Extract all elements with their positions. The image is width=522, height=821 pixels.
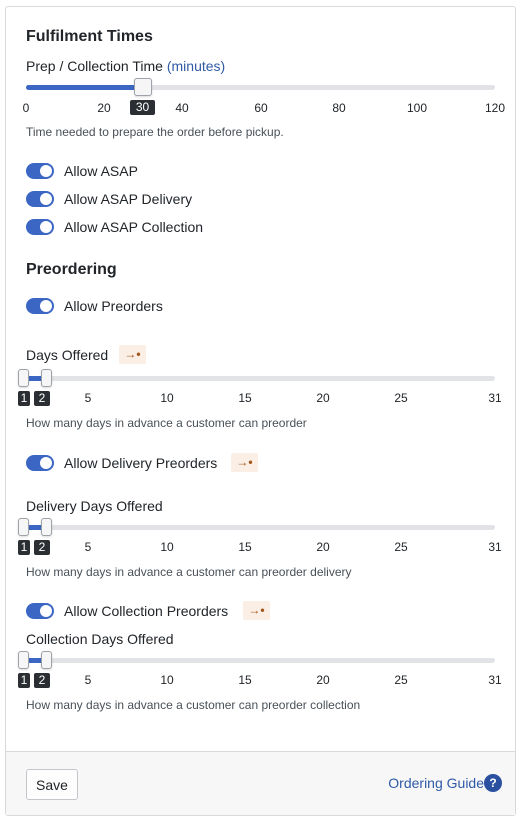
days-tick: 10 [160,391,174,405]
days-offered-label: Days Offered [26,347,109,363]
prep-tick: 0 [22,101,30,115]
days-offered-min-value: 1 [18,391,30,406]
delivery-days-tick: 31 [488,540,502,554]
settings-card: Fulfilment Times Prep / Collection Time … [5,6,516,816]
delivery-days-slider[interactable] [22,525,495,530]
prep-slider-fill [26,85,144,90]
allow-delivery-preorders-toggle[interactable] [26,455,54,471]
collection-days-help: How many days in advance a customer can … [26,698,361,712]
allow-preorders-toggle[interactable] [26,298,54,314]
delivery-days-tick: 25 [394,540,408,554]
prep-tick: 80 [332,101,346,115]
days-offered-max-handle[interactable] [41,369,52,387]
allow-asap-label: Allow ASAP [64,163,138,179]
collection-days-slider[interactable] [22,658,495,663]
delivery-days-tick: 15 [238,540,252,554]
collection-days-max-handle[interactable] [41,651,52,669]
collection-days-tick: 20 [316,673,330,687]
days-offered-slider[interactable] [22,376,495,381]
delivery-days-max-handle[interactable] [41,518,52,536]
allow-asap-collection-toggle[interactable] [26,219,54,235]
prep-tick: 100 [406,101,428,115]
delivery-days-min-value: 1 [18,540,30,555]
preordering-title: Preordering [26,261,117,278]
allow-asap-collection-label: Allow ASAP Collection [64,219,204,235]
days-tick: 5 [84,391,92,405]
arrow-in-icon: →• [243,601,270,620]
delivery-days-tick: 10 [160,540,174,554]
allow-collection-preorders-label: Allow Collection Preorders [64,603,229,619]
days-offered-max-value: 2 [34,391,50,406]
prep-unit: (minutes) [166,58,226,74]
allow-asap-delivery-label: Allow ASAP Delivery [64,191,193,207]
collection-days-tick: 31 [488,673,502,687]
collection-days-tick: 10 [160,673,174,687]
collection-days-min-handle[interactable] [18,651,29,669]
days-offered-min-handle[interactable] [18,369,29,387]
collection-days-tick: 15 [238,673,252,687]
collection-days-max-value: 2 [34,673,50,688]
allow-delivery-preorders-label: Allow Delivery Preorders [64,455,218,471]
delivery-days-max-value: 2 [34,540,50,555]
allow-asap-delivery-toggle[interactable] [26,191,54,207]
delivery-days-label: Delivery Days Offered [26,498,163,514]
prep-help: Time needed to prepare the order before … [26,125,284,139]
prep-label: Prep / Collection Time (minutes) [26,58,225,74]
collection-days-label: Collection Days Offered [26,631,174,647]
fulfilment-title: Fulfilment Times [26,28,153,45]
prep-label-text: Prep / Collection Time [26,58,163,74]
arrow-in-icon: →• [231,453,258,472]
ordering-guide-link[interactable]: Ordering Guide [388,775,484,791]
prep-tick: 20 [97,101,111,115]
allow-preorders-label: Allow Preorders [64,298,163,314]
arrow-in-icon: →• [119,345,146,364]
days-tick: 31 [488,391,502,405]
allow-asap-toggle[interactable] [26,163,54,179]
help-icon[interactable]: ? [484,774,502,792]
prep-tick: 40 [175,101,189,115]
card-body: Fulfilment Times Prep / Collection Time … [6,7,515,753]
delivery-days-min-handle[interactable] [18,518,29,536]
collection-days-tick: 5 [84,673,92,687]
delivery-days-tick: 20 [316,540,330,554]
days-tick: 25 [394,391,408,405]
prep-tick: 60 [254,101,268,115]
card-footer: Save Ordering Guide ? [6,751,515,815]
delivery-days-tick: 5 [84,540,92,554]
collection-days-tick: 25 [394,673,408,687]
days-tick: 15 [238,391,252,405]
save-button[interactable]: Save [26,769,78,800]
collection-days-min-value: 1 [18,673,30,688]
allow-collection-preorders-toggle[interactable] [26,603,54,619]
prep-slider[interactable] [26,85,495,90]
prep-tick: 120 [484,101,506,115]
days-offered-help: How many days in advance a customer can … [26,416,307,430]
delivery-days-help: How many days in advance a customer can … [26,565,352,579]
prep-slider-handle[interactable] [134,78,152,96]
days-tick: 20 [316,391,330,405]
prep-value-tooltip: 30 [130,100,155,115]
